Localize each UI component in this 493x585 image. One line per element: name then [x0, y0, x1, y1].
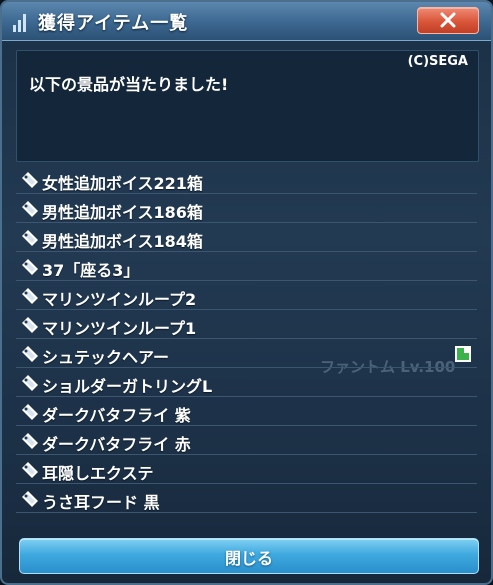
item-label: ダークバタフライ 紫: [42, 406, 191, 425]
item-label: 男性追加ボイス184箱: [42, 232, 203, 251]
close-button-label: 閉じる: [224, 549, 273, 568]
list-item[interactable]: 37「座る3」: [16, 253, 477, 281]
green-status-icon: [455, 346, 471, 362]
ticket-icon: [22, 404, 38, 420]
ticket-icon: [22, 491, 38, 507]
item-label: マリンツインループ2: [42, 290, 197, 309]
item-label: マリンツインループ1: [42, 319, 197, 338]
list-item[interactable]: ダークバタフライ 紫: [16, 398, 477, 426]
ticket-icon: [22, 201, 38, 217]
signal-bars-icon: [13, 14, 26, 32]
close-x-icon: [440, 12, 456, 28]
ticket-icon: [22, 375, 38, 391]
list-item[interactable]: 男性追加ボイス186箱: [16, 195, 477, 223]
ticket-icon: [22, 317, 38, 333]
item-label: 男性追加ボイス186箱: [42, 203, 203, 222]
list-item[interactable]: 女性追加ボイス221箱: [16, 166, 477, 194]
copyright-label: (C)SEGA: [407, 54, 468, 69]
item-list: 女性追加ボイス221箱 男性追加ボイス186箱 男性追加ボイス184箱 37「座…: [16, 166, 477, 514]
ticket-icon: [22, 172, 38, 188]
ticket-icon: [22, 259, 38, 275]
list-item[interactable]: 耳隠しエクステ: [16, 456, 477, 484]
close-button[interactable]: 閉じる: [19, 538, 479, 574]
item-label: ダークバタフライ 赤: [42, 435, 191, 454]
list-item[interactable]: ダークバタフライ 赤: [16, 427, 477, 455]
title-bar: 獲得アイテム一覧: [2, 2, 491, 41]
ticket-icon: [22, 433, 38, 449]
ticket-icon: [22, 230, 38, 246]
ticket-icon: [22, 288, 38, 304]
item-label: ショルダーガトリングL: [42, 377, 213, 396]
ticket-icon: [22, 346, 38, 362]
list-item[interactable]: シュテックヘアー: [16, 340, 477, 368]
message-box: (C)SEGA 以下の景品が当たりました!: [16, 50, 479, 162]
item-list-window: 獲得アイテム一覧 (C)SEGA 以下の景品が当たりました! ファントム Lv.…: [0, 0, 493, 585]
result-message: 以下の景品が当たりました!: [29, 75, 229, 94]
item-label: うさ耳フード 黒: [42, 493, 160, 512]
list-item[interactable]: ショルダーガトリングL: [16, 369, 477, 397]
item-label: シュテックヘアー: [42, 348, 170, 367]
item-label: 耳隠しエクステ: [42, 464, 154, 483]
ticket-icon: [22, 462, 38, 478]
item-label: 37「座る3」: [42, 261, 140, 280]
list-item[interactable]: うさ耳フード 黒: [16, 485, 477, 513]
window-title: 獲得アイテム一覧: [38, 13, 189, 34]
item-label: 女性追加ボイス221箱: [42, 174, 203, 193]
list-item[interactable]: マリンツインループ1: [16, 311, 477, 339]
list-item[interactable]: 男性追加ボイス184箱: [16, 224, 477, 252]
list-item[interactable]: マリンツインループ2: [16, 282, 477, 310]
close-window-button[interactable]: [417, 7, 479, 34]
